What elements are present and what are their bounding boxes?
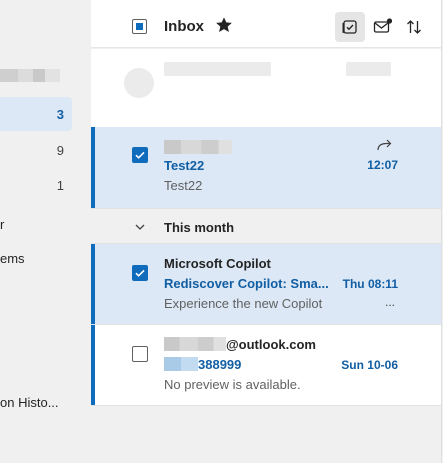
message-time: 12:07 bbox=[367, 158, 398, 172]
loading-placeholder-row bbox=[91, 49, 442, 127]
message-preview: Test22 bbox=[164, 178, 203, 193]
folder-title: Inbox bbox=[164, 18, 204, 35]
chevron-down-icon[interactable] bbox=[134, 222, 146, 232]
message-subject: Rediscover Copilot: Sma... bbox=[164, 276, 329, 291]
sender-redacted bbox=[164, 337, 226, 351]
text-placeholder bbox=[346, 62, 391, 76]
folder-unread-count: 3 bbox=[56, 107, 64, 122]
subject-redacted bbox=[164, 357, 198, 371]
checklist-icon bbox=[342, 20, 357, 34]
sort-button[interactable] bbox=[399, 12, 429, 42]
folder-item-inbox[interactable]: 3 bbox=[0, 97, 72, 131]
favorite-star-icon[interactable] bbox=[215, 16, 233, 34]
folder-item-2[interactable]: 9 bbox=[0, 133, 72, 167]
folder-label-fragment[interactable]: on Histo... bbox=[0, 395, 59, 410]
unread-indicator bbox=[91, 325, 95, 405]
more-indicator: ... bbox=[384, 295, 395, 309]
sender-redacted bbox=[164, 140, 232, 154]
message-item[interactable]: Test22 12:07 Test22 bbox=[91, 127, 442, 209]
message-sender: Microsoft Copilot bbox=[164, 256, 271, 271]
folder-label-fragment[interactable]: ems bbox=[0, 251, 25, 266]
folder-unread-count: 1 bbox=[56, 178, 64, 193]
forwarded-icon bbox=[377, 139, 392, 151]
folder-item-3[interactable]: 1 bbox=[0, 168, 72, 202]
envelope-dot-icon bbox=[373, 18, 393, 33]
message-item[interactable]: @outlook.com 388999 Sun 10-06 No preview… bbox=[91, 325, 442, 406]
folder-pane: 3 9 1 r ems on Histo... bbox=[0, 0, 91, 463]
selection-mode-button[interactable] bbox=[335, 12, 365, 42]
account-name-redacted bbox=[0, 69, 60, 82]
message-checkbox[interactable] bbox=[132, 346, 148, 362]
mark-read-button[interactable] bbox=[367, 12, 397, 42]
select-all-checkbox[interactable] bbox=[132, 19, 147, 34]
checkmark-icon bbox=[135, 151, 145, 159]
message-preview: No preview is available. bbox=[164, 377, 301, 392]
folder-unread-count: 9 bbox=[56, 143, 64, 158]
text-placeholder bbox=[164, 62, 271, 76]
message-list-pane: Inbox Test22 12:07 Test22 This month Mic… bbox=[91, 0, 442, 463]
message-checkbox[interactable] bbox=[132, 147, 148, 163]
selection-indicator bbox=[91, 127, 95, 208]
message-time: Sun 10-06 bbox=[341, 358, 398, 372]
checkmark-icon bbox=[135, 269, 145, 277]
message-sender: @outlook.com bbox=[226, 337, 316, 352]
pane-divider bbox=[441, 0, 442, 463]
group-header-this-month[interactable]: This month bbox=[91, 209, 442, 244]
message-preview: Experience the new Copilot bbox=[164, 296, 323, 311]
message-checkbox[interactable] bbox=[132, 265, 148, 281]
selection-indicator bbox=[91, 244, 95, 324]
message-list-header: Inbox bbox=[91, 0, 442, 48]
message-subject: 388999 bbox=[198, 357, 242, 372]
message-subject: Test22 bbox=[164, 158, 205, 173]
group-label: This month bbox=[164, 220, 235, 235]
sort-arrows-icon bbox=[407, 20, 421, 34]
folder-label-fragment[interactable]: r bbox=[0, 217, 4, 232]
message-item[interactable]: Microsoft Copilot Rediscover Copilot: Sm… bbox=[91, 244, 442, 325]
avatar-placeholder bbox=[124, 68, 154, 98]
message-time: Thu 08:11 bbox=[342, 277, 398, 291]
